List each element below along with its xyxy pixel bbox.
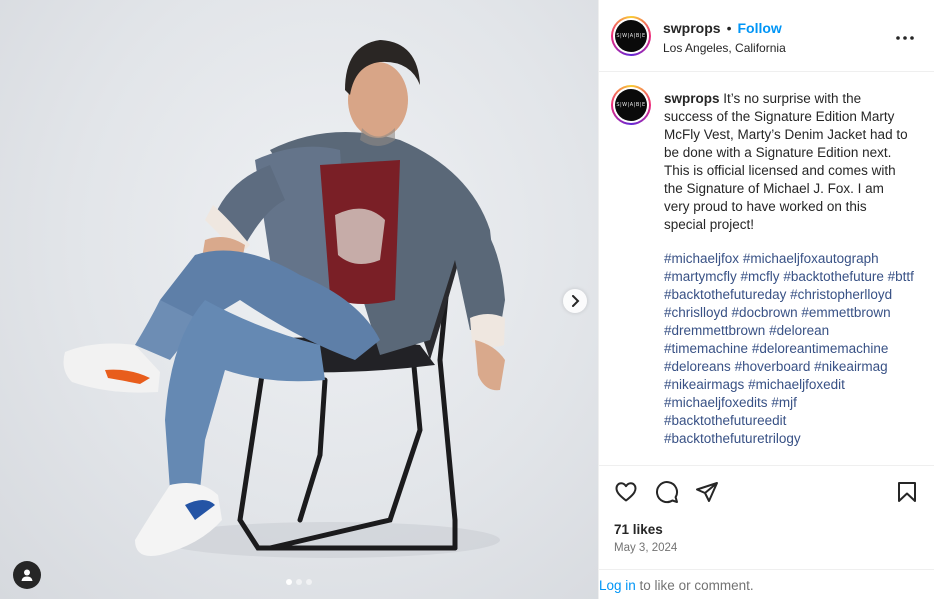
hashtag-link[interactable]: #michaeljfox (664, 251, 739, 266)
hashtag-link[interactable]: #dremmettbrown (664, 323, 765, 338)
hashtag-link[interactable]: #nikeairmag (814, 359, 888, 374)
divider (599, 465, 934, 466)
avatar-border: S|W|A|B|E (613, 87, 649, 123)
post-header-text: swprops • Follow Los Angeles, California (663, 20, 786, 55)
carousel-dot (306, 579, 312, 585)
hashtag-link[interactable]: #mjf (771, 395, 797, 410)
hashtag-link[interactable]: #chrislloyd (664, 305, 728, 320)
avatar-border: S|W|A|B|E (613, 18, 649, 54)
likes-count[interactable]: 71 likes (614, 522, 663, 537)
username-link[interactable]: swprops (663, 20, 721, 36)
hashtag-link[interactable]: #docbrown (732, 305, 798, 320)
post-header: S|W|A|B|E swprops • Follow Los Angeles, … (599, 0, 934, 72)
share-icon (696, 482, 718, 502)
hashtag-list: #michaeljfox #michaeljfoxautograph #mart… (664, 250, 914, 448)
like-button[interactable] (614, 480, 638, 504)
login-prompt: Log in to like or comment. (599, 578, 754, 593)
hashtag-link[interactable]: #michaeljfoxedit (748, 377, 845, 392)
hashtag-link[interactable]: #christopherlloyd (790, 287, 892, 302)
caption-avatar[interactable]: S|W|A|B|E (611, 85, 651, 125)
hashtag-link[interactable]: #backtothefuture (783, 269, 884, 284)
hashtag-link[interactable]: #hoverboard (735, 359, 811, 374)
hashtag-link[interactable]: #michaeljfoxedits (664, 395, 768, 410)
user-tag-icon (21, 569, 33, 581)
comment-button[interactable] (655, 480, 679, 504)
hashtag-link[interactable]: #deloreans (664, 359, 731, 374)
follow-button[interactable]: Follow (737, 20, 781, 36)
hashtag-link[interactable]: #mcfly (741, 269, 780, 284)
hashtag-link[interactable]: #timemachine (664, 341, 748, 356)
photo-illustration (63, 40, 505, 558)
caption-text: swprops It’s no surprise with the succes… (664, 90, 909, 234)
separator-bullet: • (726, 20, 732, 36)
avatar-image: S|W|A|B|E (615, 89, 647, 121)
login-prompt-text: to like or comment. (635, 578, 754, 593)
carousel-dot-active (286, 579, 292, 585)
post-side-panel: S|W|A|B|E swprops • Follow Los Angeles, … (599, 0, 934, 599)
hashtag-link[interactable]: #michaeljfoxautograph (743, 251, 879, 266)
post-date[interactable]: May 3, 2024 (614, 542, 677, 554)
hashtag-link[interactable]: #backtothefutureedit (664, 413, 786, 428)
hashtag-link[interactable]: #emmettbrown (801, 305, 890, 320)
hashtag-link[interactable]: #delorean (769, 323, 829, 338)
hashtag-link[interactable]: #nikeairmags (664, 377, 744, 392)
divider (599, 569, 934, 570)
hashtag-link[interactable]: #backtothefuturetrilogy (664, 431, 801, 446)
caption-area: S|W|A|B|E swprops It’s no surprise with … (599, 73, 934, 465)
hashtag-link[interactable]: #martymcfly (664, 269, 737, 284)
avatar[interactable]: S|W|A|B|E (611, 16, 651, 56)
header-line: swprops • Follow (663, 20, 786, 36)
more-options-icon (896, 36, 914, 40)
location-link[interactable]: Los Angeles, California (663, 41, 786, 55)
caption-username-link[interactable]: swprops (664, 91, 720, 106)
bookmark-icon (898, 482, 916, 502)
heart-icon (615, 482, 637, 502)
post-photo[interactable] (0, 0, 598, 599)
carousel-dot (296, 579, 302, 585)
carousel-indicator (286, 579, 312, 585)
carousel-next-button[interactable] (563, 289, 587, 313)
user-tag-button[interactable] (13, 561, 41, 589)
hashtag-link[interactable]: #bttf (888, 269, 914, 284)
hashtag-link[interactable]: #deloreantimemachine (752, 341, 889, 356)
save-button[interactable] (895, 480, 919, 504)
chevron-right-icon (572, 295, 580, 307)
more-options-button[interactable] (895, 28, 915, 53)
login-link[interactable]: Log in (599, 578, 636, 593)
avatar-image: S|W|A|B|E (615, 20, 647, 52)
hashtag-link[interactable]: #backtothefutureday (664, 287, 786, 302)
comment-icon (656, 481, 679, 504)
caption-body: It’s no surprise with the success of the… (664, 91, 908, 232)
share-button[interactable] (695, 480, 719, 504)
